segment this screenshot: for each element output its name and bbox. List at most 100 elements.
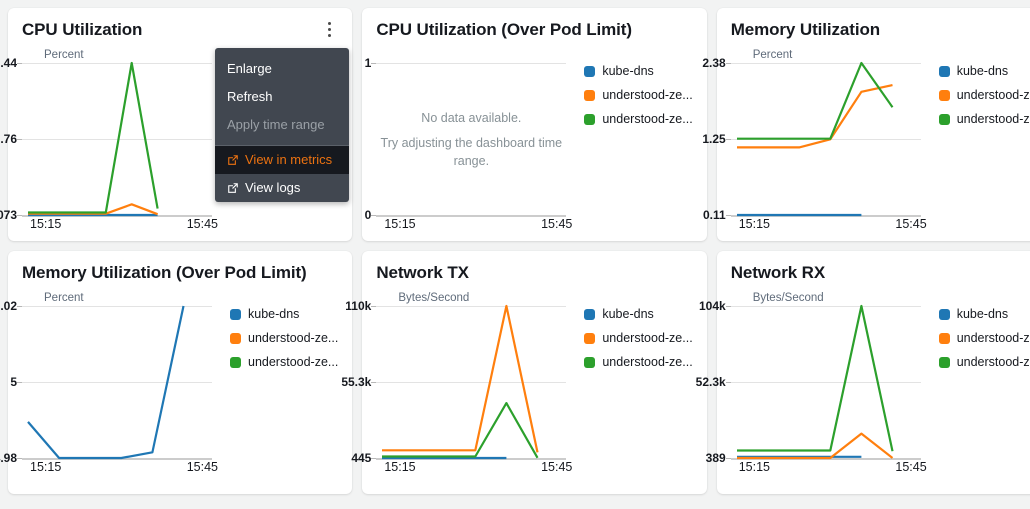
axis-tick-mark xyxy=(371,63,377,64)
menu-item-refresh[interactable]: Refresh xyxy=(215,83,349,111)
chart-series-layer xyxy=(382,304,539,460)
y-axis-tick-label: 445 xyxy=(351,451,372,465)
menu-item-view-in-metrics[interactable]: View in metrics xyxy=(215,146,349,174)
widget-panel-network-tx: Network TX Bytes/Second 445 55.3k 110k 15:15 1… xyxy=(341,251,707,494)
legend-item[interactable]: understood-ze... xyxy=(938,88,1030,102)
legend-label: understood-ze... xyxy=(602,88,693,102)
plot-region[interactable]: 0 1 No data available. Try adjusting the da… xyxy=(365,56,567,222)
widget-panel-memory-utilization-over-pod-limit: Memory Utilization (Over Pod Limit) Perce… xyxy=(0,251,353,494)
plot-region[interactable]: 0.11 1.25 2.38 xyxy=(702,56,921,222)
x-axis-tick-label: 15:45 xyxy=(186,217,218,231)
chart-legend: kube-dns understood-ze... understood-ze... xyxy=(938,46,1030,235)
legend-swatch-icon xyxy=(938,308,950,320)
widget-panel-cpu-utilization-over-pod-limit: CPU Utilization (Over Pod Limit) 0 1 No dat… xyxy=(362,8,707,241)
legend-item[interactable]: understood-ze... xyxy=(938,112,1030,126)
y-axis-units-label: Percent xyxy=(44,292,84,304)
x-axis-tick-label: 15:45 xyxy=(895,460,927,474)
empty-state-primary: No data available. xyxy=(421,111,522,125)
legend-label: understood-ze... xyxy=(602,355,693,369)
chart-series-layer xyxy=(28,61,159,217)
panel-header: CPU Utilization xyxy=(22,20,338,46)
legend-label: understood-ze... xyxy=(602,331,693,345)
y-axis-tick-label: 0.073 xyxy=(0,208,17,222)
y-axis-tick-label: 5.44 xyxy=(0,56,17,70)
menu-item-label: View in metrics xyxy=(245,152,333,167)
x-axis: 15:15 15:45 xyxy=(22,217,218,235)
legend-label: understood-ze... xyxy=(248,355,339,369)
chart-area: Percent 4.98 5 5.02 15:15 15:45 xyxy=(0,289,218,478)
y-axis-tick-label: 5 xyxy=(10,375,17,389)
widget-panel-cpu-utilization: CPU Utilization Percent 0.073 2.76 5.44 15:15… xyxy=(0,8,353,241)
x-axis-tick-label: 15:45 xyxy=(895,217,927,231)
legend-swatch-icon xyxy=(230,332,241,344)
legend-item[interactable]: understood-ze... xyxy=(584,331,693,345)
legend-item[interactable]: understood-ze... xyxy=(584,88,693,102)
y-axis-tick-label: 1 xyxy=(364,56,372,70)
y-axis-units-label: Bytes/Second xyxy=(398,292,470,304)
widget-panel-network-rx: Network RX Bytes/Second 389 52.3k 104k 15:15 1… xyxy=(696,251,1030,494)
legend-item[interactable]: understood-ze... xyxy=(584,355,693,369)
kebab-dot-icon xyxy=(327,27,331,31)
legend-item[interactable]: understood-ze... xyxy=(938,355,1030,369)
panel-body: 0 1 No data available. Try adjusting the da… xyxy=(365,46,693,235)
legend-label: kube-dns xyxy=(602,307,654,321)
plot-region[interactable]: 0.073 2.76 5.44 xyxy=(0,56,212,222)
panel-context-menu[interactable]: Enlarge Refresh Apply time range View in me… xyxy=(215,48,349,202)
legend-item[interactable]: kube-dns xyxy=(230,307,338,321)
menu-item-view-logs[interactable]: View logs xyxy=(215,174,349,202)
x-axis-tick-label: 15:15 xyxy=(30,217,62,231)
legend-item[interactable]: understood-ze... xyxy=(230,331,338,345)
legend-swatch-icon xyxy=(584,65,596,77)
legend-item[interactable]: kube-dns xyxy=(584,307,692,321)
panel-title: Memory Utilization xyxy=(730,20,881,39)
empty-state-secondary: Try adjusting the dashboard time range. xyxy=(380,136,563,168)
y-axis-tick-label: 52.3k xyxy=(695,375,726,389)
chart-series-layer xyxy=(736,61,894,217)
menu-item-label: Refresh xyxy=(227,89,273,104)
panel-header: Network RX xyxy=(731,263,1030,289)
panel-body: Percent 4.98 5 5.02 15:15 15:45 kube-dns unders… xyxy=(0,289,338,478)
panel-body: Bytes/Second 445 55.3k 110k 15:15 15:45 kube-d… xyxy=(341,289,693,478)
legend-item[interactable]: understood-ze... xyxy=(938,331,1030,345)
empty-state-message: No data available. Try adjusting the dash… xyxy=(376,109,566,170)
y-axis-tick-label: 104k xyxy=(698,299,726,313)
legend-swatch-icon xyxy=(938,89,950,101)
chart-series-layer xyxy=(736,304,894,460)
panel-header: Memory Utilization (Over Pod Limit) xyxy=(22,263,338,289)
x-axis-tick-label: 15:45 xyxy=(186,460,218,474)
legend-item[interactable]: understood-ze... xyxy=(584,112,693,126)
axis-tick-mark xyxy=(371,215,377,216)
x-axis: 15:15 15:45 xyxy=(376,217,572,235)
legend-swatch-icon xyxy=(938,332,950,344)
chart-legend: kube-dns understood-ze... understood-ze... xyxy=(584,289,693,478)
legend-item[interactable]: understood-ze... xyxy=(230,355,338,369)
panel-menu-button[interactable] xyxy=(320,19,338,39)
legend-item[interactable]: kube-dns xyxy=(938,307,1030,321)
panel-title: CPU Utilization xyxy=(22,20,143,39)
chart-area: Bytes/Second 445 55.3k 110k 15:15 15:45 xyxy=(341,289,572,478)
plot-region[interactable]: 445 55.3k 110k xyxy=(341,299,567,465)
x-axis-tick-label: 15:15 xyxy=(30,460,62,474)
chart-legend: kube-dns understood-ze... understood-ze... xyxy=(584,46,693,235)
y-axis-tick-label: 389 xyxy=(705,451,726,465)
y-axis-tick-label: 4.98 xyxy=(0,451,17,465)
panel-header: Network TX xyxy=(376,263,692,289)
chart-area: Percent 0.11 1.25 2.38 15:15 15:45 xyxy=(702,46,926,235)
plot-region[interactable]: 4.98 5 5.02 xyxy=(0,299,212,465)
y-axis-tick-label: 2.38 xyxy=(702,56,726,70)
x-axis-tick-label: 15:15 xyxy=(738,217,770,231)
legend-item[interactable]: kube-dns xyxy=(938,64,1030,78)
panel-title: CPU Utilization (Over Pod Limit) xyxy=(376,20,632,39)
cloudwatch-dashboard-grid: CPU Utilization Percent 0.073 2.76 5.44 15:15… xyxy=(0,0,1030,509)
external-link-icon xyxy=(228,155,238,165)
menu-item-label: Apply time range xyxy=(227,117,325,132)
x-axis: 15:15 15:45 xyxy=(22,460,218,478)
y-axis-tick-label: 1.25 xyxy=(702,132,726,146)
x-axis-tick-label: 15:15 xyxy=(738,460,770,474)
plot-region[interactable]: 389 52.3k 104k xyxy=(696,299,921,465)
legend-swatch-icon xyxy=(230,356,241,368)
menu-item-enlarge[interactable]: Enlarge xyxy=(215,55,349,83)
legend-item[interactable]: kube-dns xyxy=(584,64,692,78)
series-line-2 xyxy=(736,304,894,452)
legend-label: understood-ze... xyxy=(248,331,339,345)
